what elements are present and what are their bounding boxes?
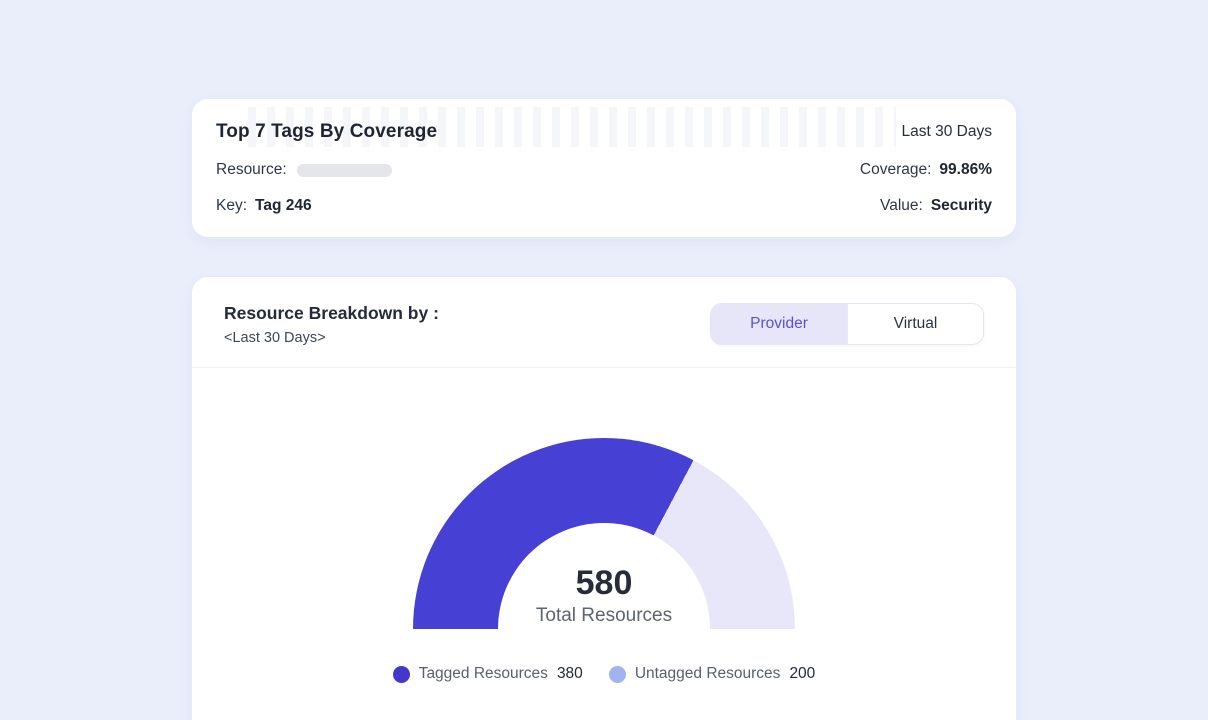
period-label: Last 30 Days <box>902 123 992 141</box>
value-value: Security <box>931 197 992 215</box>
toggle-option-virtual[interactable]: Virtual <box>847 304 983 344</box>
untagged-legend-label: Untagged Resources <box>635 665 781 683</box>
untagged-legend-value: 200 <box>789 665 815 683</box>
tagged-legend-dot-icon <box>393 666 410 683</box>
gauge-total-label: Total Resources <box>536 605 672 627</box>
breakdown-subtitle: <Last 30 Days> <box>224 330 439 346</box>
key-label: Key: <box>216 197 247 215</box>
coverage-card-title: Top 7 Tags By Coverage <box>216 121 437 143</box>
gauge-total-value: 580 <box>576 565 633 602</box>
toggle-option-provider[interactable]: Provider <box>711 304 847 344</box>
breakdown-title: Resource Breakdown by : <box>224 303 439 324</box>
coverage-card-row-key: Key: Tag 246 Value: Security <box>216 197 992 215</box>
coverage-card-row-resource: Resource: Coverage: 99.86% <box>216 161 992 179</box>
key-value: Tag 246 <box>255 197 312 215</box>
chart-legend: Tagged Resources 380 Untagged Resources … <box>393 665 816 683</box>
resource-label: Resource: <box>216 161 287 179</box>
gauge-chart-area: 580 Total Resources Tagged Resources 380… <box>192 438 1016 683</box>
breakdown-header: Resource Breakdown by : <Last 30 Days> P… <box>192 277 1016 367</box>
legend-item-tagged[interactable]: Tagged Resources 380 <box>393 665 583 683</box>
coverage-card-header-row: Top 7 Tags By Coverage Last 30 Days <box>216 121 992 143</box>
resource-breakdown-card: Resource Breakdown by : <Last 30 Days> P… <box>192 277 1016 720</box>
resource-value-skeleton <box>297 164 392 177</box>
tagged-legend-value: 380 <box>557 665 583 683</box>
legend-item-untagged[interactable]: Untagged Resources 200 <box>609 665 816 683</box>
breakdown-title-block: Resource Breakdown by : <Last 30 Days> <box>224 303 439 346</box>
gauge-center: 580 Total Resources <box>498 523 710 629</box>
tagged-legend-label: Tagged Resources <box>419 665 548 683</box>
coverage-summary-card: Top 7 Tags By Coverage Last 30 Days Reso… <box>192 99 1016 237</box>
value-label: Value: <box>880 197 923 215</box>
coverage-value: 99.86% <box>939 161 992 179</box>
header-divider <box>192 367 1016 368</box>
untagged-legend-dot-icon <box>609 666 626 683</box>
coverage-label: Coverage: <box>860 161 932 179</box>
breakdown-view-toggle: Provider Virtual <box>710 303 984 345</box>
half-donut-chart: 580 Total Resources <box>413 438 795 629</box>
